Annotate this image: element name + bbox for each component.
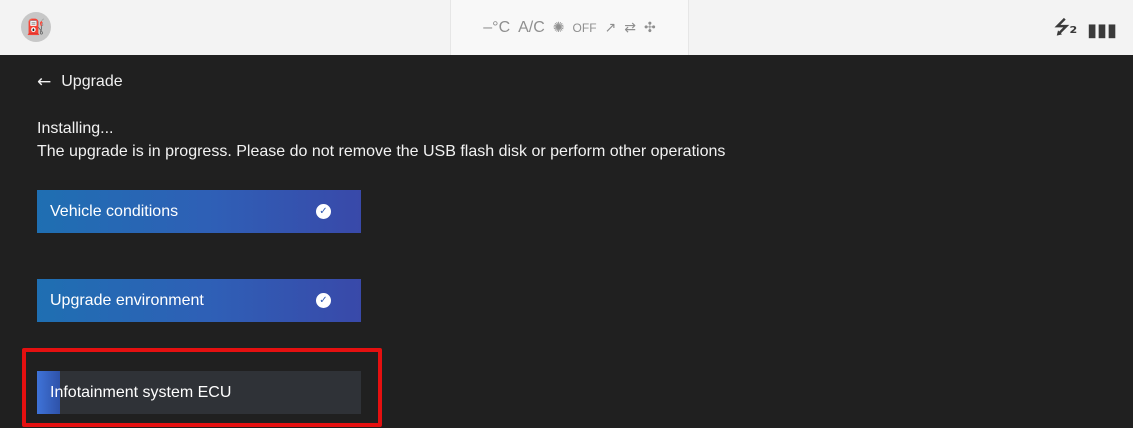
usb-icon: ⭍₂ xyxy=(1054,17,1078,38)
install-status-title: Installing... xyxy=(37,120,114,137)
system-indicators: ⭍₂ ▮▮▮ xyxy=(1054,15,1117,45)
step-label: Upgrade environment xyxy=(50,291,204,309)
install-status-description: The upgrade is in progress. Please do no… xyxy=(37,143,726,160)
step-upgrade-environment: Upgrade environment ✓ xyxy=(37,279,361,322)
step-vehicle-conditions: Vehicle conditions ✓ xyxy=(37,190,361,233)
status-bar: ⛽ –°C A/C ✺ OFF ↗ ⇄ ✣ ⭍₂ ▮▮▮ xyxy=(0,0,1133,55)
step-label: Infotainment system ECU xyxy=(50,383,232,401)
climate-strip[interactable]: –°C A/C ✺ OFF ↗ ⇄ ✣ xyxy=(450,0,689,55)
fan-status[interactable]: OFF xyxy=(573,21,597,35)
temperature-readout: –°C xyxy=(483,18,511,36)
check-icon: ✓ xyxy=(316,293,331,308)
airflow-icon[interactable]: ↗ xyxy=(605,20,617,36)
seat-heat-icon[interactable]: ✣ xyxy=(644,20,656,36)
fan-icon: ✺ xyxy=(552,19,565,36)
fuel-gauge-icon[interactable]: ⛽ xyxy=(21,12,51,42)
step-label: Vehicle conditions xyxy=(50,202,179,220)
back-arrow-icon: ← xyxy=(37,72,52,92)
page-title: Upgrade xyxy=(61,73,123,90)
recirculation-icon[interactable]: ⇄ xyxy=(624,20,636,36)
signal-icon: ▮▮▮ xyxy=(1087,19,1117,41)
check-icon: ✓ xyxy=(316,204,331,219)
ac-toggle[interactable]: A/C xyxy=(518,19,545,37)
back-button[interactable]: ← Upgrade xyxy=(37,72,123,92)
